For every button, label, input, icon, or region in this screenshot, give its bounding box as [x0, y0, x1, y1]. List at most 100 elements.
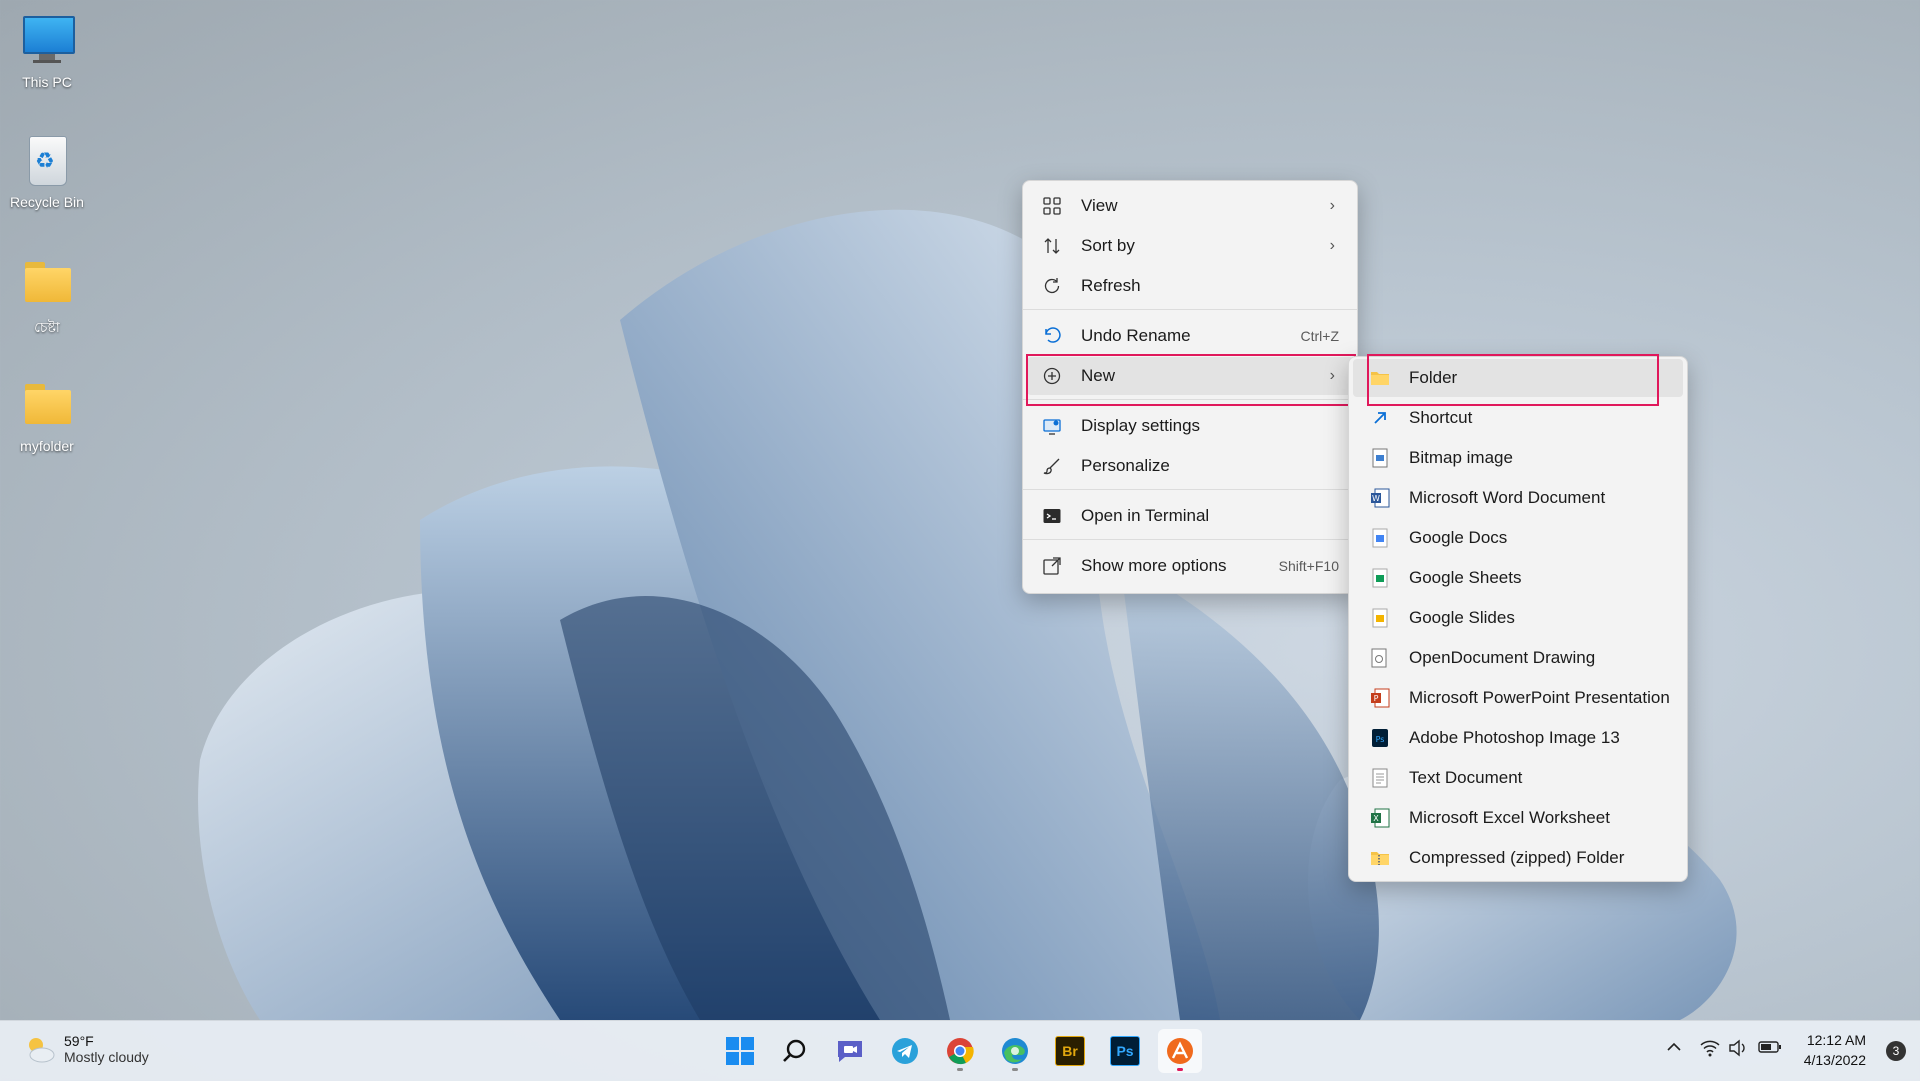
weather-condition: Mostly cloudy — [64, 1049, 149, 1065]
shortcut-hint: Shift+F10 — [1278, 558, 1339, 574]
chevron-up-icon[interactable] — [1666, 1039, 1682, 1060]
menu-separator — [1023, 539, 1357, 540]
desktop-context-menu: View › Sort by › Refresh Undo Rename Ctr… — [1022, 180, 1358, 594]
edge-icon — [1002, 1038, 1028, 1064]
wifi-icon[interactable] — [1700, 1039, 1720, 1062]
desktop-icon-recycle-bin[interactable]: ♻ Recycle Bin — [6, 130, 88, 210]
zip-folder-icon — [1369, 847, 1391, 869]
chrome-button[interactable] — [938, 1029, 982, 1073]
desktop-icon-myfolder[interactable]: myfolder — [6, 374, 88, 454]
menu-item-new[interactable]: New › — [1027, 357, 1353, 395]
submenu-item-label: Adobe Photoshop Image 13 — [1409, 728, 1620, 747]
submenu-item-label: Google Slides — [1409, 608, 1515, 627]
submenu-item-google-docs[interactable]: Google Docs — [1353, 519, 1683, 557]
weather-widget[interactable]: 59°F Mostly cloudy — [22, 1033, 149, 1067]
shortcut-icon — [1369, 407, 1391, 429]
google-sheets-icon — [1369, 567, 1391, 589]
desktop-icon-folder[interactable]: চেষ্টা — [6, 252, 88, 340]
edge-button[interactable] — [993, 1029, 1037, 1073]
desktop-icon-this-pc[interactable]: This PC — [6, 10, 88, 90]
menu-item-label: Refresh — [1081, 276, 1141, 295]
teams-chat-icon — [838, 1041, 862, 1062]
recycle-bin-icon: ♻ — [17, 130, 77, 190]
app-icon — [1167, 1038, 1193, 1064]
menu-item-personalize[interactable]: Personalize — [1027, 447, 1353, 485]
taskbar: 59°F Mostly cloudy Br Ps 12:12 AM 4/13/2… — [0, 1020, 1920, 1081]
clock-date: 4/13/2022 — [1803, 1052, 1866, 1068]
running-indicator — [1012, 1068, 1018, 1071]
battery-icon[interactable] — [1758, 1039, 1782, 1060]
submenu-item-word[interactable]: W Microsoft Word Document — [1353, 479, 1683, 517]
chrome-icon — [947, 1038, 974, 1065]
submenu-item-label: Text Document — [1409, 768, 1523, 787]
bitmap-icon — [1369, 447, 1391, 469]
submenu-item-photoshop[interactable]: Ps Adobe Photoshop Image 13 — [1353, 719, 1683, 757]
word-icon: W — [1369, 487, 1391, 509]
folder-icon — [17, 374, 77, 434]
folder-icon — [1369, 367, 1391, 389]
photoshop-file-icon: Ps — [1369, 727, 1391, 749]
bridge-button[interactable]: Br — [1048, 1029, 1092, 1073]
terminal-icon — [1041, 505, 1063, 527]
chevron-right-icon: › — [1329, 197, 1335, 214]
menu-separator — [1023, 399, 1357, 400]
submenu-item-label: Microsoft Excel Worksheet — [1409, 808, 1610, 827]
menu-item-refresh[interactable]: Refresh — [1027, 267, 1353, 305]
photoshop-button[interactable]: Ps — [1103, 1029, 1147, 1073]
submenu-item-odg[interactable]: OpenDocument Drawing — [1353, 639, 1683, 677]
submenu-item-label: Bitmap image — [1409, 448, 1513, 467]
menu-item-label: View — [1081, 196, 1118, 215]
odg-icon — [1369, 647, 1391, 669]
submenu-item-google-sheets[interactable]: Google Sheets — [1353, 559, 1683, 597]
submenu-item-google-slides[interactable]: Google Slides — [1353, 599, 1683, 637]
desktop-icon-label: This PC — [22, 74, 72, 90]
volume-icon[interactable] — [1728, 1039, 1748, 1062]
submenu-item-powerpoint[interactable]: P Microsoft PowerPoint Presentation — [1353, 679, 1683, 717]
bridge-label: Br — [1062, 1043, 1078, 1059]
submenu-item-folder[interactable]: Folder — [1353, 359, 1683, 397]
submenu-item-label: Compressed (zipped) Folder — [1409, 848, 1625, 867]
photoshop-label: Ps — [1116, 1043, 1134, 1059]
photoshop-icon: Ps — [1110, 1036, 1140, 1066]
grid-view-icon — [1041, 195, 1063, 217]
menu-item-label: Undo Rename — [1081, 326, 1191, 345]
telegram-button[interactable] — [883, 1029, 927, 1073]
submenu-item-shortcut[interactable]: Shortcut — [1353, 399, 1683, 437]
desktop-icon-label: myfolder — [20, 438, 74, 454]
active-app-button[interactable] — [1158, 1029, 1202, 1073]
menu-item-undo-rename[interactable]: Undo Rename Ctrl+Z — [1027, 317, 1353, 355]
clock-time: 12:12 AM — [1806, 1032, 1866, 1048]
start-icon — [726, 1037, 754, 1065]
submenu-item-label: Google Docs — [1409, 528, 1508, 547]
submenu-item-zip-folder[interactable]: Compressed (zipped) Folder — [1353, 839, 1683, 877]
monitor-icon — [17, 10, 77, 70]
menu-item-open-in-terminal[interactable]: Open in Terminal — [1027, 497, 1353, 535]
submenu-item-label: Folder — [1409, 368, 1458, 387]
submenu-item-excel[interactable]: X Microsoft Excel Worksheet — [1353, 799, 1683, 837]
notification-badge[interactable]: 3 — [1886, 1041, 1906, 1061]
menu-item-sort-by[interactable]: Sort by › — [1027, 227, 1353, 265]
shortcut-hint: Ctrl+Z — [1300, 328, 1340, 344]
menu-item-show-more-options[interactable]: Show more options Shift+F10 — [1027, 547, 1353, 585]
menu-item-label: Open in Terminal — [1081, 506, 1210, 525]
submenu-item-text-document[interactable]: Text Document — [1353, 759, 1683, 797]
svg-text:W: W — [1372, 494, 1380, 503]
weather-cloud-icon — [29, 1038, 55, 1063]
google-slides-icon — [1369, 607, 1391, 629]
weather-temp: 59°F — [64, 1033, 94, 1049]
system-clock[interactable]: 12:12 AM 4/13/2022 — [1804, 1030, 1866, 1070]
telegram-icon — [892, 1038, 918, 1064]
text-document-icon — [1369, 767, 1391, 789]
menu-item-label: Personalize — [1081, 456, 1170, 475]
teams-chat-button[interactable] — [828, 1029, 872, 1073]
svg-text:P: P — [1374, 694, 1379, 703]
search-button[interactable] — [773, 1029, 817, 1073]
search-icon — [783, 1039, 806, 1062]
svg-text:Ps: Ps — [1376, 735, 1385, 744]
svg-text:X: X — [1373, 814, 1379, 823]
start-button[interactable] — [718, 1029, 762, 1073]
submenu-item-label: OpenDocument Drawing — [1409, 648, 1596, 667]
menu-item-display-settings[interactable]: Display settings — [1027, 407, 1353, 445]
submenu-item-bitmap[interactable]: Bitmap image — [1353, 439, 1683, 477]
menu-item-view[interactable]: View › — [1027, 187, 1353, 225]
